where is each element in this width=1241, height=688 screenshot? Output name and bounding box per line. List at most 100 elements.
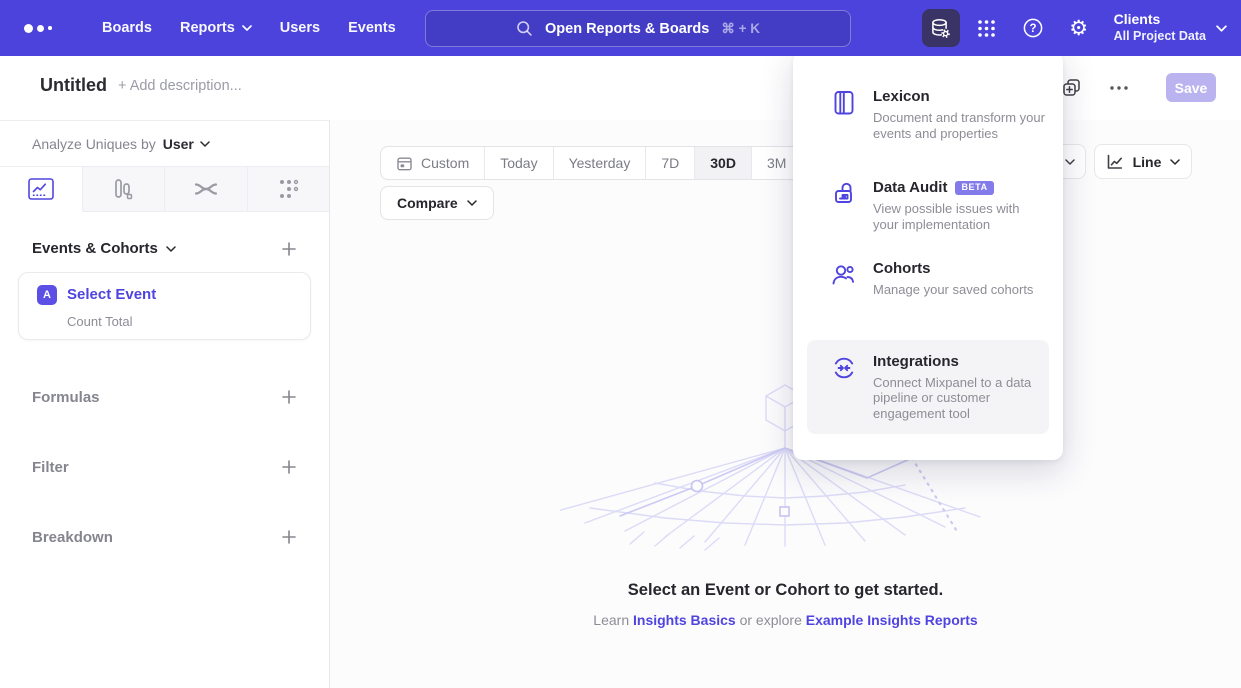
nav-item-boards[interactable]: Boards xyxy=(88,12,166,44)
tab-flow-chart[interactable] xyxy=(165,167,248,212)
tab-line-chart[interactable] xyxy=(0,167,83,212)
chart-type-dropdown[interactable]: Line xyxy=(1094,144,1192,179)
cohorts-users-icon xyxy=(829,260,859,290)
settings-button[interactable]: ⚙ xyxy=(1060,9,1098,47)
date-range-label: 30D xyxy=(710,155,736,171)
save-button[interactable]: Save xyxy=(1166,73,1216,102)
metrics-dots-tab-icon xyxy=(277,178,299,200)
data-management-button[interactable] xyxy=(922,9,960,47)
panel-item-description: Connect Mixpanel to a data pipeline or c… xyxy=(873,375,1045,422)
chevron-down-icon xyxy=(166,246,176,252)
panel-item-lexicon[interactable]: Lexicon Document and transform your even… xyxy=(793,88,1063,141)
nav-item-reports[interactable]: Reports xyxy=(166,12,266,44)
panel-item-cohorts[interactable]: Cohorts Manage your saved cohorts xyxy=(793,260,1063,298)
help-button[interactable]: ? xyxy=(1014,9,1052,47)
panel-title-text: Data Audit xyxy=(873,179,947,196)
date-range-7d[interactable]: 7D xyxy=(646,147,695,179)
analyze-row: Analyze Uniques by User xyxy=(0,121,329,166)
calendar-icon xyxy=(396,155,413,172)
analyze-by-dropdown[interactable]: User xyxy=(163,136,210,152)
breakdown-section: Breakdown xyxy=(32,526,297,548)
nav-item-events[interactable]: Events xyxy=(334,12,410,44)
tab-bar-chart[interactable] xyxy=(83,167,166,212)
panel-item-data-audit[interactable]: Data Audit BETA View possible issues wit… xyxy=(793,179,1063,232)
query-builder-sidebar: Analyze Uniques by User xyxy=(0,120,330,688)
filter-section: Filter xyxy=(32,456,297,478)
date-range-today[interactable]: Today xyxy=(485,147,553,179)
empty-state-title: Select an Event or Cohort to get started… xyxy=(330,581,1241,600)
chevron-down-icon xyxy=(242,25,252,31)
panel-item-integrations[interactable]: Integrations Connect Mixpanel to a data … xyxy=(807,340,1049,435)
event-row-a[interactable]: A Select Event Count Total xyxy=(18,272,311,340)
date-range-label: 3M xyxy=(767,155,786,171)
panel-item-description: View possible issues with your implement… xyxy=(873,201,1045,232)
bar-chart-tab-icon xyxy=(111,178,135,200)
add-formula-button[interactable] xyxy=(281,389,297,405)
date-range-custom[interactable]: Custom xyxy=(381,147,485,179)
duplicate-report-button[interactable] xyxy=(1060,76,1084,100)
insights-basics-link[interactable]: Insights Basics xyxy=(633,612,736,628)
search-icon xyxy=(516,20,533,37)
date-range-label: 7D xyxy=(661,155,679,171)
beta-badge: BETA xyxy=(955,181,993,195)
date-range-30d[interactable]: 30D xyxy=(695,147,752,179)
analyze-value: User xyxy=(163,136,194,152)
compare-dropdown[interactable]: Compare xyxy=(380,186,494,220)
date-range-yesterday[interactable]: Yesterday xyxy=(554,147,647,179)
question-circle-icon: ? xyxy=(1022,17,1044,39)
flow-tab-icon xyxy=(193,179,219,199)
global-search-input[interactable]: Open Reports & Boards ⌘ + K xyxy=(425,10,851,47)
chevron-down-icon xyxy=(1170,159,1180,165)
top-navbar: Boards Reports Users Events Open Reports… xyxy=(0,0,1241,56)
nav-label: Events xyxy=(348,20,396,36)
ellipsis-icon xyxy=(1110,86,1128,90)
events-cohorts-label: Events & Cohorts xyxy=(32,240,158,257)
date-range-label: Today xyxy=(500,155,537,171)
filter-label: Filter xyxy=(32,459,69,476)
nav-label: Reports xyxy=(180,20,235,36)
add-filter-button[interactable] xyxy=(281,459,297,475)
nav-item-users[interactable]: Users xyxy=(266,12,334,44)
plus-icon xyxy=(281,529,297,545)
integrations-sync-icon xyxy=(829,353,859,383)
chevron-down-icon xyxy=(200,141,210,147)
event-letter-badge: A xyxy=(37,285,57,305)
add-description-field[interactable]: + Add description... xyxy=(118,78,242,94)
panel-title-text: Integrations xyxy=(873,353,959,370)
chevron-down-icon xyxy=(1065,159,1075,165)
project-selector[interactable]: Clients All Project Data xyxy=(1114,11,1227,44)
more-options-button[interactable] xyxy=(1107,76,1131,100)
search-shortcut: ⌘ + K xyxy=(721,21,760,37)
count-type-dropdown[interactable]: Count Total xyxy=(67,314,133,329)
panel-title-text: Lexicon xyxy=(873,88,930,105)
tab-metrics[interactable] xyxy=(248,167,330,212)
chart-type-tabs xyxy=(0,166,329,212)
copy-plus-icon xyxy=(1061,77,1083,99)
or-explore-text: or explore xyxy=(740,612,802,628)
date-range-label: Custom xyxy=(421,155,469,171)
data-management-dropdown-panel: Lexicon Document and transform your even… xyxy=(793,52,1063,460)
mixpanel-logo-icon[interactable] xyxy=(24,24,64,33)
database-gear-icon xyxy=(929,17,952,40)
select-event-button[interactable]: Select Event xyxy=(67,286,156,303)
apps-grid-button[interactable] xyxy=(968,9,1006,47)
line-chart-tab-icon xyxy=(28,178,54,200)
project-name: All Project Data xyxy=(1114,29,1206,45)
formulas-section: Formulas xyxy=(32,386,297,408)
events-cohorts-dropdown[interactable]: Events & Cohorts xyxy=(32,240,176,257)
plus-icon xyxy=(281,459,297,475)
add-event-button[interactable] xyxy=(281,241,297,257)
data-audit-icon xyxy=(829,179,859,209)
org-name: Clients xyxy=(1114,11,1206,29)
plus-icon xyxy=(281,241,297,257)
main-nav: Boards Reports Users Events xyxy=(88,12,410,44)
events-cohorts-header: Events & Cohorts xyxy=(32,240,297,257)
chevron-down-icon xyxy=(1216,25,1227,32)
chart-canvas: Custom Today Yesterday 7D 30D 3M 6M Comp… xyxy=(330,120,1241,688)
breakdown-label: Breakdown xyxy=(32,529,113,546)
add-breakdown-button[interactable] xyxy=(281,529,297,545)
learn-prefix: Learn xyxy=(593,612,629,628)
nav-label: Boards xyxy=(102,20,152,36)
example-insights-reports-link[interactable]: Example Insights Reports xyxy=(806,612,978,628)
report-title[interactable]: Untitled xyxy=(40,75,107,96)
